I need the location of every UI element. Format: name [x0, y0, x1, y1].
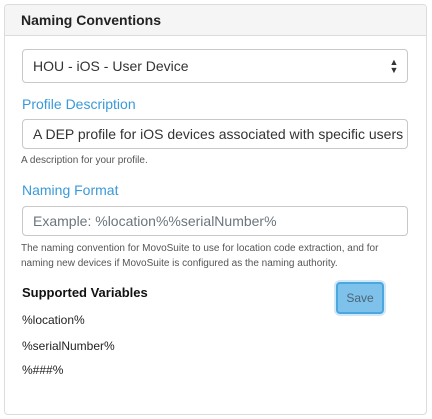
supported-variables-title: Supported Variables: [22, 285, 148, 300]
naming-format-input[interactable]: Example: %location%%serialNumber%: [22, 206, 408, 236]
naming-format-help-line2: naming new devices if MovoSuite is confi…: [21, 258, 338, 269]
profile-description-label: Profile Description: [22, 96, 136, 112]
profile-description-help: A description for your profile.: [21, 155, 148, 166]
updown-arrow-icon: ▲ ▼: [389, 57, 399, 75]
naming-format-help-line1: The naming convention for MovoSuite to u…: [21, 243, 379, 254]
profile-select-value: HOU - iOS - User Device: [33, 58, 189, 74]
naming-format-placeholder: Example: %location%%serialNumber%: [33, 213, 277, 229]
save-button[interactable]: Save: [336, 282, 384, 314]
variable-item: %serialNumber%: [22, 339, 115, 353]
variable-item: %location%: [22, 313, 85, 327]
variable-item: %###%: [22, 363, 64, 377]
naming-format-label: Naming Format: [22, 182, 119, 198]
profile-description-value: A DEP profile for iOS devices associated…: [33, 126, 408, 142]
profile-description-input[interactable]: A DEP profile for iOS devices associated…: [22, 119, 408, 149]
naming-format-help: The naming convention for MovoSuite to u…: [21, 241, 401, 271]
profile-select[interactable]: HOU - iOS - User Device ▲ ▼: [22, 49, 408, 83]
panel-title: Naming Conventions: [5, 5, 426, 36]
